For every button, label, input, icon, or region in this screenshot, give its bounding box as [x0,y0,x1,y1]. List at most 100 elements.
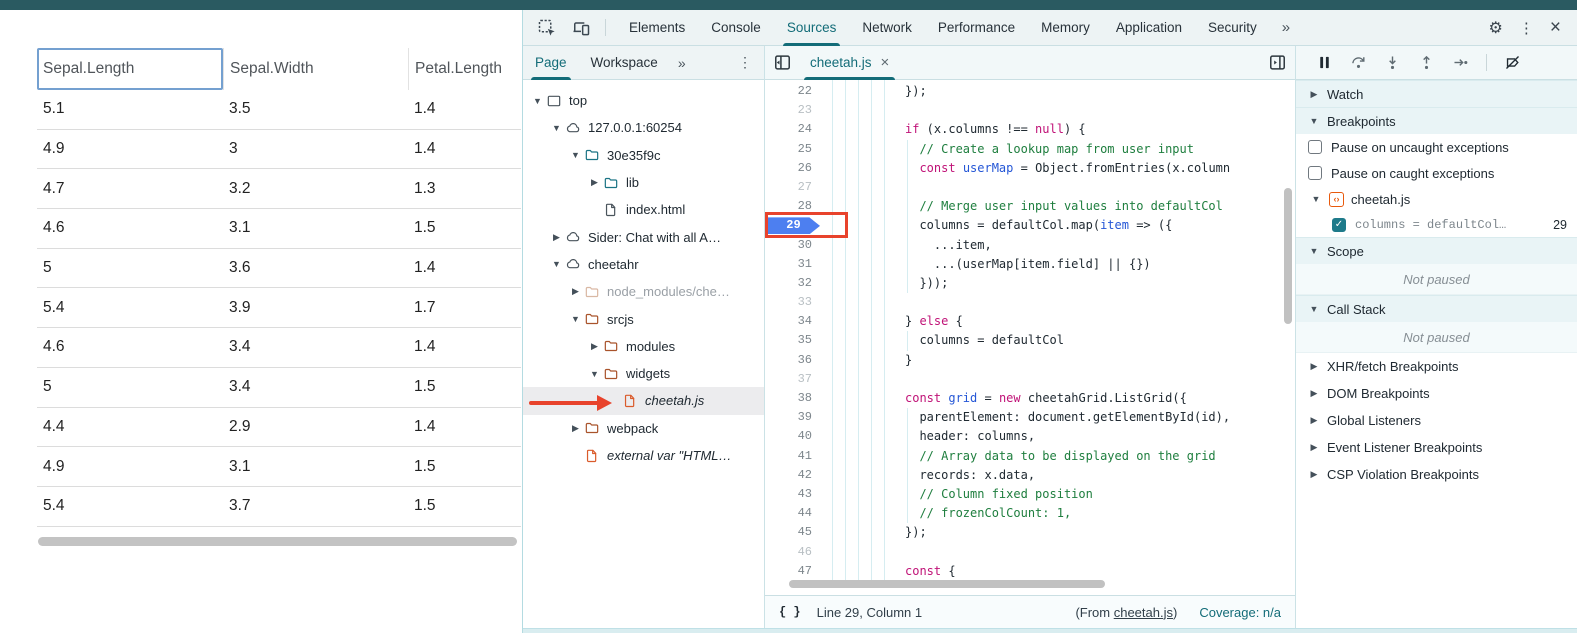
grid-cell[interactable]: 1.3 [408,180,521,198]
grid-cell[interactable]: 5 [37,259,223,277]
editor-tab-cheetah-js[interactable]: cheetah.js × [798,46,901,80]
devtools-close-icon[interactable]: × [1550,18,1561,37]
tree-expand-arrow[interactable]: ▼ [531,96,544,106]
settings-gear-icon[interactable]: ⚙ [1489,18,1503,38]
section-scope[interactable]: ▼Scope [1296,237,1577,264]
line-number[interactable]: 36 [765,351,821,370]
grid-cell[interactable]: 5 [37,378,223,396]
breakpoint-checkbox[interactable]: ✓ [1332,218,1346,232]
grid-cell[interactable]: 5.4 [37,299,223,317]
code-text[interactable]: records: x.data, [821,466,1035,485]
tree-expand-arrow[interactable]: ▼ [569,150,582,160]
breakpoint-entry[interactable]: ✓columns = defaultCol…29 [1296,212,1577,237]
navigator-menu-icon[interactable]: ⋮ [738,54,752,71]
section-expand-arrow[interactable]: ▶ [1308,415,1320,426]
section-expand-arrow[interactable]: ▼ [1308,116,1320,126]
grid-cell[interactable]: 3.9 [223,299,408,317]
step-out-icon[interactable] [1418,54,1435,71]
tree-item-index-html[interactable]: index.html [523,196,764,223]
code-text[interactable]: ...(userMap[item.field] || {}) [821,255,1151,274]
tree-expand-arrow[interactable]: ▶ [550,232,563,243]
checkbox[interactable] [1308,140,1322,154]
editor-tab-close-icon[interactable]: × [881,54,890,71]
section-expand-arrow[interactable]: ▶ [1308,469,1320,480]
devtools-menu-icon[interactable]: ⋮ [1519,19,1534,37]
navigator-tab-workspace[interactable]: Workspace [579,46,670,80]
section-expand-arrow[interactable]: ▼ [1308,246,1320,256]
tree-item-30e35f9c[interactable]: ▼30e35f9c [523,142,764,169]
code-text[interactable]: // frozenColCount: 1, [821,504,1071,523]
tab-performance[interactable]: Performance [925,10,1028,46]
line-number[interactable]: 24 [765,120,821,139]
line-number[interactable]: 39 [765,408,821,427]
hide-navigator-icon[interactable] [773,53,792,72]
tree-item-widgets[interactable]: ▼widgets [523,360,764,387]
tab-sources[interactable]: Sources [774,10,850,46]
grid-cell[interactable]: 3.6 [223,259,408,277]
tree-expand-arrow[interactable]: ▶ [588,177,601,188]
code-text[interactable]: })); [821,274,948,293]
navigator-tab-page[interactable]: Page [523,46,579,80]
tree-item-webpack[interactable]: ▶webpack [523,415,764,442]
line-number[interactable]: 45 [765,523,821,542]
line-number[interactable]: 30 [765,236,821,255]
tree-item-external-var-html[interactable]: external var "HTML… [523,442,764,469]
checkbox[interactable] [1308,166,1322,180]
tree-item-top[interactable]: ▼top [523,87,764,114]
grid-cell[interactable]: 3.7 [223,497,408,515]
grid-header-cell-petal-length[interactable]: Petal.Length [408,48,521,90]
editor-vertical-scrollbar[interactable] [1284,188,1292,324]
line-number[interactable]: 40 [765,427,821,446]
line-number[interactable]: 42 [765,466,821,485]
tab-console[interactable]: Console [698,10,774,46]
section-call-stack[interactable]: ▼Call Stack [1296,295,1577,322]
breakpoint-group-cheetah-js[interactable]: ▼‹›cheetah.js [1296,186,1577,212]
line-number[interactable]: 23 [765,101,821,120]
code-text[interactable]: if (x.columns !== null) { [821,120,1086,139]
grid-cell[interactable]: 3.1 [223,458,408,476]
tree-item-modules[interactable]: ▶modules [523,333,764,360]
device-toolbar-icon[interactable] [571,18,591,38]
grid-cell[interactable]: 5.1 [37,100,223,118]
section-breakpoints[interactable]: ▼Breakpoints [1296,107,1577,134]
code-text[interactable] [821,370,905,389]
line-number[interactable]: 27 [765,178,821,197]
code-text[interactable]: } [821,351,912,370]
deactivate-breakpoints-icon[interactable] [1504,54,1521,71]
tree-item-srcjs[interactable]: ▼srcjs [523,305,764,332]
grid-cell[interactable]: 5.4 [37,497,223,515]
grid-cell[interactable]: 1.5 [408,497,521,515]
more-tabs-icon[interactable]: » [670,55,694,71]
line-number[interactable]: 33 [765,293,821,312]
line-number[interactable]: 43 [765,485,821,504]
tree-expand-arrow[interactable]: ▶ [569,286,582,297]
grid-cell[interactable]: 4.4 [37,418,223,436]
line-number[interactable]: 47 [765,562,821,581]
grid-cell[interactable]: 4.9 [37,140,223,158]
code-text[interactable]: // Column fixed position [821,485,1093,504]
section-event-listener-breakpoints[interactable]: ▶Event Listener Breakpoints [1296,434,1577,461]
inspect-element-icon[interactable] [537,18,557,38]
grid-cell[interactable]: 3.4 [223,378,408,396]
line-number[interactable]: 44 [765,504,821,523]
tree-item-cheetahr[interactable]: ▼cheetahr [523,251,764,278]
code-text[interactable]: header: columns, [821,427,1035,446]
tree-item-sider-chat-with-all-a[interactable]: ▶Sider: Chat with all A… [523,223,764,250]
line-number[interactable]: 35 [765,331,821,350]
grid-cell[interactable]: 3.4 [223,338,408,356]
grid-cell[interactable]: 4.6 [37,338,223,356]
tab-elements[interactable]: Elements [616,10,698,46]
grid-cell[interactable]: 1.5 [408,378,521,396]
grid-cell[interactable]: 4.6 [37,219,223,237]
section-expand-arrow[interactable]: ▼ [1308,304,1320,314]
code-text[interactable]: // Array data to be displayed on the gri… [821,447,1216,466]
section-xhr-fetch-breakpoints[interactable]: ▶XHR/fetch Breakpoints [1296,353,1577,380]
tree-expand-arrow[interactable]: ▼ [550,259,563,269]
grid-cell[interactable]: 1.4 [408,100,521,118]
tab-memory[interactable]: Memory [1028,10,1103,46]
coverage-link[interactable]: Coverage: n/a [1199,605,1281,620]
grid-cell[interactable]: 1.5 [408,219,521,237]
grid-cell[interactable]: 4.7 [37,180,223,198]
grid-cell[interactable]: 1.5 [408,458,521,476]
grid-cell[interactable]: 1.4 [408,338,521,356]
